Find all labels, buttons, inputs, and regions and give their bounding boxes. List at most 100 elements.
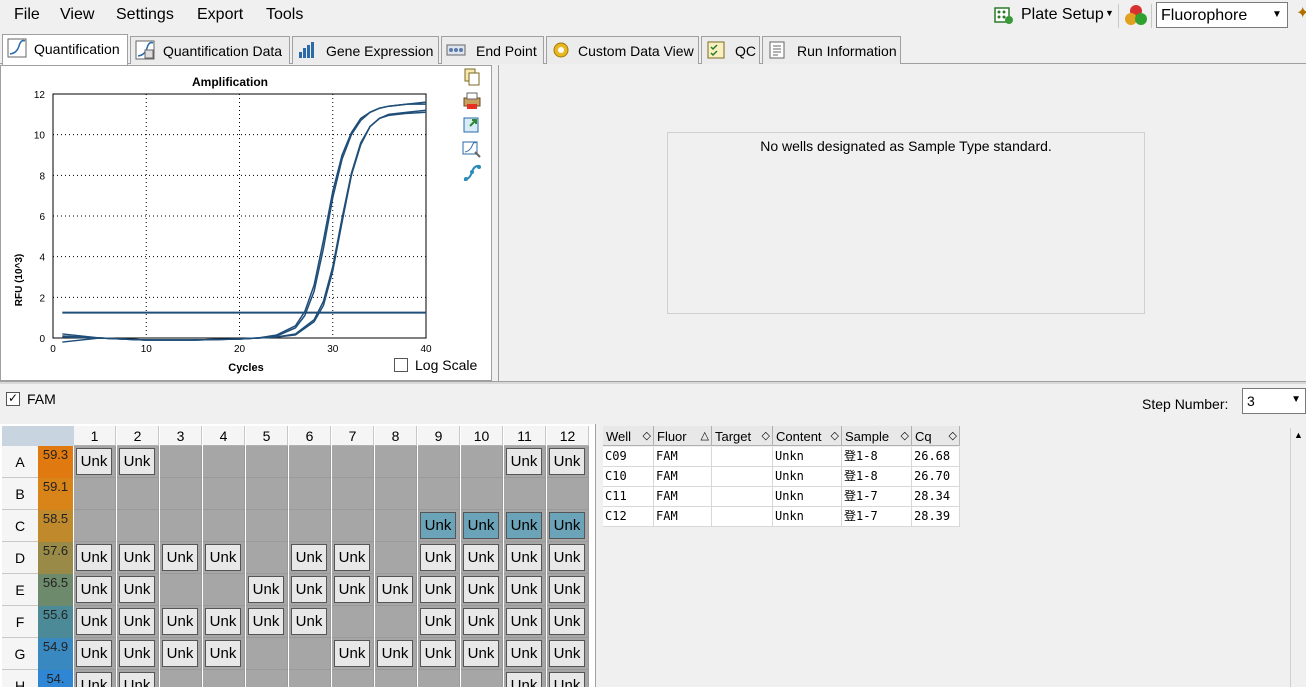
plate-well[interactable]: Unk [117,446,159,478]
plate-well[interactable] [160,478,202,510]
well-sample-type[interactable]: Unk [377,640,413,667]
plate-well[interactable]: Unk [117,606,159,638]
plate-well[interactable]: Unk [332,542,374,574]
plate-well[interactable] [203,446,245,478]
plate-well[interactable]: Unk [117,574,159,606]
row-header[interactable]: B [2,478,38,510]
plate-well[interactable]: Unk [289,574,331,606]
plate-well[interactable]: Unk [117,638,159,670]
plate-well[interactable] [375,446,417,478]
plate-well[interactable] [246,510,288,542]
plate-well[interactable] [375,670,417,687]
table-cell[interactable]: Unkn [773,487,842,507]
tab-quantification[interactable]: Quantification [2,34,128,65]
amplification-chart[interactable]: Amplification Cycles RFU (10^3) 0 10 20 30 4… [1,66,461,380]
plate-well[interactable]: Unk [160,606,202,638]
plate-well[interactable] [289,446,331,478]
well-sample-type[interactable]: Unk [506,448,542,475]
plate-well[interactable]: Unk [160,542,202,574]
plate-well[interactable]: Unk [332,574,374,606]
row-header[interactable]: G [2,638,38,670]
column-header[interactable]: 3 [160,426,202,446]
step-number-select[interactable]: 3 ▼ [1242,388,1306,414]
well-sample-type[interactable]: Unk [506,576,542,603]
plate-well[interactable]: Unk [418,638,460,670]
plate-well[interactable] [203,510,245,542]
plate-well[interactable]: Unk [246,606,288,638]
table-cell[interactable]: FAM [654,487,712,507]
well-sample-type[interactable]: Unk [549,576,585,603]
plate-well[interactable] [203,670,245,687]
plate-well[interactable] [117,478,159,510]
column-header-well[interactable]: Well ◇ [603,426,654,446]
plate-well[interactable]: Unk [418,542,460,574]
well-sample-type[interactable]: Unk [76,608,112,635]
plate-well[interactable] [246,670,288,687]
well-sample-type[interactable]: Unk [76,544,112,571]
well-sample-type[interactable]: Unk [549,512,585,539]
table-cell[interactable] [712,467,773,487]
export-image-icon[interactable] [462,116,482,134]
menu-export[interactable]: Export [197,6,243,24]
plate-well[interactable]: Unk [504,574,546,606]
fam-checkbox[interactable]: ✓ [6,391,20,406]
well-sample-type[interactable]: Unk [549,608,585,635]
plate-well[interactable]: Unk [74,542,116,574]
tab-quantification-data[interactable]: Quantification Data [130,36,290,64]
plate-well[interactable]: Unk [375,638,417,670]
well-sample-type[interactable]: Unk [463,512,499,539]
well-sample-type[interactable]: Unk [248,576,284,603]
plate-well[interactable]: Unk [332,638,374,670]
sort-icon[interactable]: ◇ [831,429,839,442]
plate-well[interactable] [332,446,374,478]
well-sample-type[interactable]: Unk [205,544,241,571]
fluorophore-color-icon[interactable] [1124,3,1148,27]
column-header[interactable]: 2 [117,426,159,446]
well-sample-type[interactable]: Unk [76,448,112,475]
copy-icon[interactable] [462,68,482,86]
table-cell[interactable] [712,447,773,467]
plate-well[interactable]: Unk [461,574,503,606]
well-sample-type[interactable]: Unk [506,512,542,539]
plate-well[interactable] [246,542,288,574]
plate-well[interactable]: Unk [289,542,331,574]
plate-well[interactable] [332,606,374,638]
plate-well[interactable]: Unk [117,542,159,574]
well-sample-type[interactable]: Unk [76,640,112,667]
tab-qc[interactable]: QC [701,36,760,64]
extra-tool-icon[interactable]: ✦ [1296,3,1306,27]
plate-corner[interactable] [2,426,74,446]
plate-well[interactable] [74,510,116,542]
table-cell[interactable] [712,507,773,527]
well-sample-type[interactable]: Unk [463,640,499,667]
plate-well[interactable]: Unk [547,510,589,542]
well-sample-type[interactable]: Unk [291,608,327,635]
well-sample-type[interactable]: Unk [162,608,198,635]
well-sample-type[interactable]: Unk [162,640,198,667]
well-sample-type[interactable]: Unk [420,608,456,635]
plate-well[interactable]: Unk [547,542,589,574]
row-header[interactable]: D [2,542,38,574]
plate-well[interactable]: Unk [289,606,331,638]
table-cell[interactable]: FAM [654,467,712,487]
well-sample-type[interactable]: Unk [119,608,155,635]
plate-well[interactable] [418,478,460,510]
sort-icon[interactable]: ◇ [643,429,651,442]
plate-well[interactable] [418,670,460,687]
well-sample-type[interactable]: Unk [420,512,456,539]
menu-settings[interactable]: Settings [116,6,174,24]
well-sample-type[interactable]: Unk [205,608,241,635]
column-header[interactable]: 5 [246,426,288,446]
plate-well[interactable]: Unk [74,574,116,606]
plate-well[interactable]: Unk [160,638,202,670]
plate-well[interactable] [246,638,288,670]
well-sample-type[interactable]: Unk [549,544,585,571]
table-vertical-scrollbar[interactable]: ▲ [1290,428,1306,687]
column-header[interactable]: 4 [203,426,245,446]
plate-setup-button[interactable]: Plate Setup ▼ [993,2,1115,28]
plate-well[interactable] [504,478,546,510]
well-sample-type[interactable]: Unk [119,640,155,667]
row-header[interactable]: E [2,574,38,606]
plate-well[interactable]: Unk [74,670,116,687]
log-scale-checkbox[interactable] [394,358,408,372]
